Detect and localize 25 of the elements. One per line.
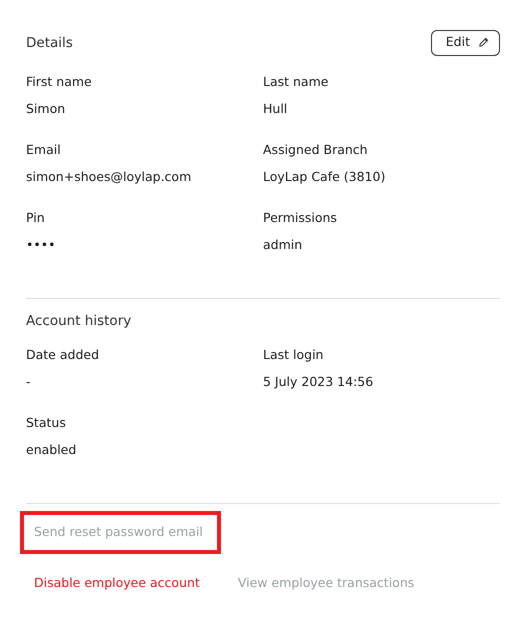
field-label: Last name xyxy=(263,74,330,89)
field-label: Status xyxy=(26,415,67,430)
field-value: - xyxy=(26,374,32,389)
field-value: admin xyxy=(263,236,304,252)
field-label: First name xyxy=(26,74,93,89)
action-link[interactable]: Disable employee account xyxy=(34,574,200,592)
field-label: Assigned Branch xyxy=(263,142,369,157)
field-value: Simon xyxy=(26,100,66,116)
pencil-icon xyxy=(478,36,489,48)
field-label: Last login xyxy=(263,347,324,362)
action-link[interactable]: Send reset password email xyxy=(34,523,203,542)
section-title: Details xyxy=(26,34,73,53)
field-value: simon+shoes@loylap.com xyxy=(26,168,192,184)
field-value: •••• xyxy=(26,236,56,252)
field-value: enabled xyxy=(26,442,78,457)
edit-button[interactable]: Edit xyxy=(430,30,500,56)
field-label: Date added xyxy=(26,347,100,362)
field-value: LoyLap Cafe (3810) xyxy=(263,168,386,184)
field-value: 5 July 2023 14:56 xyxy=(263,374,374,389)
field-label: Email xyxy=(26,142,62,157)
action-link[interactable]: View employee transactions xyxy=(238,574,414,592)
field-label: Pin xyxy=(26,210,46,225)
field-value: Hull xyxy=(263,100,288,116)
field-label: Permissions xyxy=(263,210,338,225)
section-title: Account history xyxy=(26,312,132,331)
